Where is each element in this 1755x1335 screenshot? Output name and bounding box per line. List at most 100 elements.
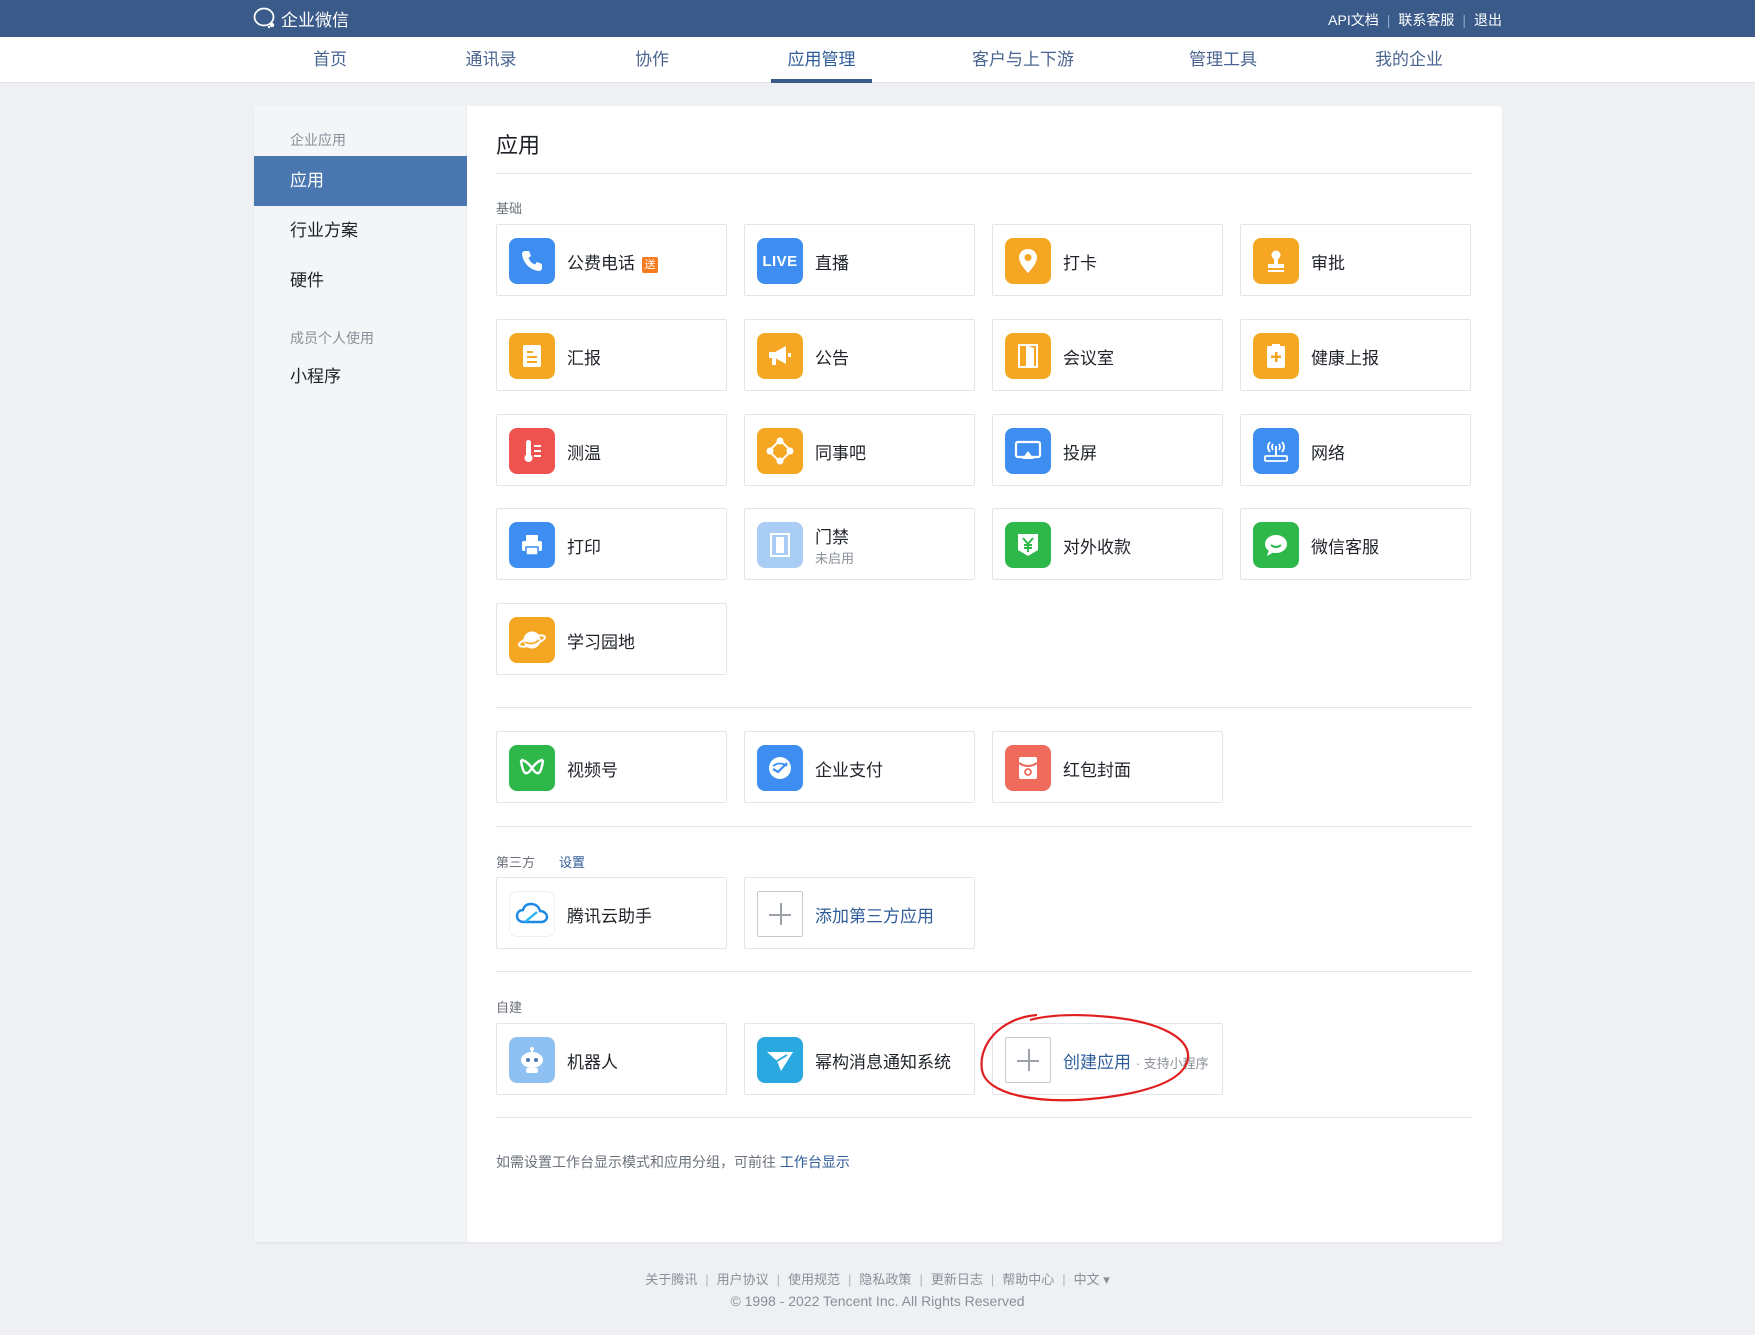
divider bbox=[496, 173, 1472, 174]
app-tile-print[interactable]: 打印 bbox=[496, 508, 727, 580]
app-name: 微信客服 bbox=[1311, 538, 1379, 557]
app-name: 幂构消息通知系统 bbox=[815, 1053, 951, 1072]
app-name: 企业支付 bbox=[815, 761, 883, 780]
divider bbox=[496, 826, 1472, 827]
app-tile-enterprise-pay[interactable]: 企业支付 bbox=[744, 731, 975, 803]
thermometer-icon bbox=[509, 428, 555, 474]
app-tile-colleague-bar[interactable]: 同事吧 bbox=[744, 414, 975, 486]
footer-link-usage-rules[interactable]: 使用规范 bbox=[788, 1272, 840, 1287]
app-status: 未启用 bbox=[815, 551, 855, 566]
app-tile-clock-in[interactable]: 打卡 bbox=[992, 224, 1223, 296]
phone-icon bbox=[509, 238, 555, 284]
language-select[interactable]: 中文 ▾ bbox=[1074, 1272, 1110, 1287]
app-tile-health-report[interactable]: 健康上报 bbox=[1240, 319, 1471, 391]
gift-badge: 送 bbox=[642, 257, 658, 273]
divider bbox=[496, 707, 1472, 708]
app-name: 视频号 bbox=[567, 761, 618, 780]
nav-app-management[interactable]: 应用管理 bbox=[771, 37, 872, 83]
add-third-party-app-button[interactable]: 添加第三方应用 bbox=[744, 877, 975, 949]
divider: | bbox=[1386, 12, 1391, 28]
section-label-basic: 基础 bbox=[496, 201, 523, 216]
red-packet-icon bbox=[1005, 745, 1051, 791]
app-name: 投屏 bbox=[1063, 444, 1097, 463]
sidebar-item-industry-solutions[interactable]: 行业方案 bbox=[254, 206, 467, 256]
sidebar-group-personal: 成员个人使用 bbox=[290, 330, 374, 346]
app-name: 汇报 bbox=[567, 349, 601, 368]
logo[interactable]: 企业微信 bbox=[253, 6, 349, 30]
section-label-self-built: 自建 bbox=[496, 1000, 523, 1015]
footer-link-user-agreement[interactable]: 用户协议 bbox=[717, 1272, 769, 1287]
page-title: 应用 bbox=[496, 133, 541, 158]
app-tile-learning[interactable]: 学习园地 bbox=[496, 603, 727, 675]
app-tile-approval[interactable]: 审批 bbox=[1240, 224, 1471, 296]
app-tile-mgou-notification[interactable]: 幂构消息通知系统 bbox=[744, 1023, 975, 1095]
app-name: 学习园地 bbox=[567, 633, 635, 652]
colleague-bar-icon bbox=[757, 428, 803, 474]
app-name: 对外收款 bbox=[1063, 538, 1131, 557]
footer-link-about[interactable]: 关于腾讯 bbox=[645, 1272, 697, 1287]
app-tile-live[interactable]: LIVE 直播 bbox=[744, 224, 975, 296]
app-tile-red-packet-cover[interactable]: 红包封面 bbox=[992, 731, 1223, 803]
app-name: 门禁 bbox=[815, 528, 849, 547]
section-label-third-party: 第三方 bbox=[496, 855, 536, 870]
nav-my-company[interactable]: 我的企业 bbox=[1366, 37, 1452, 83]
workbench-display-link[interactable]: 工作台显示 bbox=[780, 1154, 850, 1170]
app-tile-temperature[interactable]: 测温 bbox=[496, 414, 727, 486]
access-control-icon bbox=[757, 522, 803, 568]
footer-link-privacy[interactable]: 隐私政策 bbox=[859, 1272, 911, 1287]
app-tile-external-payment[interactable]: 对外收款 bbox=[992, 508, 1223, 580]
app-name: 审批 bbox=[1311, 254, 1345, 273]
app-name: 同事吧 bbox=[815, 444, 866, 463]
top-links: API文档 | 联系客服 | 退出 bbox=[1328, 10, 1502, 30]
network-router-icon bbox=[1253, 428, 1299, 474]
door-icon bbox=[1005, 333, 1051, 379]
app-tile-tencent-cloud[interactable]: 腾讯云助手 bbox=[496, 877, 727, 949]
app-tile-meeting-room[interactable]: 会议室 bbox=[992, 319, 1223, 391]
wecom-logo-icon bbox=[253, 7, 275, 29]
sidebar-item-mini-programs[interactable]: 小程序 bbox=[254, 352, 467, 402]
contact-support-link[interactable]: 联系客服 bbox=[1398, 10, 1454, 30]
app-tile-network[interactable]: 网络 bbox=[1240, 414, 1471, 486]
app-tile-robot[interactable]: 机器人 bbox=[496, 1023, 727, 1095]
third-party-settings-link[interactable]: 设置 bbox=[559, 852, 585, 871]
nav-collaboration[interactable]: 协作 bbox=[622, 37, 682, 83]
sidebar: 企业应用 应用 行业方案 硬件 成员个人使用 小程序 bbox=[254, 106, 467, 1242]
live-icon: LIVE bbox=[757, 238, 803, 284]
divider bbox=[496, 971, 1472, 972]
health-report-icon bbox=[1253, 333, 1299, 379]
nav-management-tools[interactable]: 管理工具 bbox=[1180, 37, 1266, 83]
main-nav: 首页 通讯录 协作 应用管理 客户与上下游 管理工具 我的企业 bbox=[0, 37, 1755, 83]
robot-icon bbox=[509, 1037, 555, 1083]
app-name: 打卡 bbox=[1063, 254, 1097, 273]
app-tile-public-phone[interactable]: 公费电话送 bbox=[496, 224, 727, 296]
app-name: 公告 bbox=[815, 349, 849, 368]
nav-contacts[interactable]: 通讯录 bbox=[455, 37, 527, 83]
app-name: 机器人 bbox=[567, 1053, 618, 1072]
app-tile-access-control[interactable]: 门禁 未启用 bbox=[744, 508, 975, 580]
app-tile-wechat-service[interactable]: 微信客服 bbox=[1240, 508, 1471, 580]
app-name: 直播 bbox=[815, 254, 849, 273]
app-tile-announcement[interactable]: 公告 bbox=[744, 319, 975, 391]
app-name: 公费电话送 bbox=[567, 249, 658, 274]
tencent-cloud-icon bbox=[509, 891, 555, 937]
plus-icon bbox=[757, 891, 803, 937]
api-docs-link[interactable]: API文档 bbox=[1328, 10, 1379, 30]
divider: | bbox=[1462, 12, 1466, 28]
logout-link[interactable]: 退出 bbox=[1474, 10, 1502, 30]
app-tile-channels[interactable]: 视频号 bbox=[496, 731, 727, 803]
nav-customers[interactable]: 客户与上下游 bbox=[963, 37, 1083, 83]
nav-home[interactable]: 首页 bbox=[300, 37, 360, 83]
footer-link-changelog[interactable]: 更新日志 bbox=[931, 1272, 983, 1287]
app-tile-report[interactable]: 汇报 bbox=[496, 319, 727, 391]
sidebar-item-apps[interactable]: 应用 bbox=[254, 156, 467, 206]
screen-cast-icon bbox=[1005, 428, 1051, 474]
red-annotation-circle bbox=[980, 1013, 1190, 1102]
footer-link-help[interactable]: 帮助中心 bbox=[1002, 1272, 1054, 1287]
app-name: 会议室 bbox=[1063, 349, 1114, 368]
sidebar-group-enterprise-apps: 企业应用 bbox=[290, 132, 346, 148]
app-name: 红包封面 bbox=[1063, 761, 1131, 780]
paper-plane-icon bbox=[757, 1037, 803, 1083]
sidebar-item-hardware[interactable]: 硬件 bbox=[254, 256, 467, 306]
app-tile-screen-cast[interactable]: 投屏 bbox=[992, 414, 1223, 486]
app-name: 网络 bbox=[1311, 444, 1345, 463]
